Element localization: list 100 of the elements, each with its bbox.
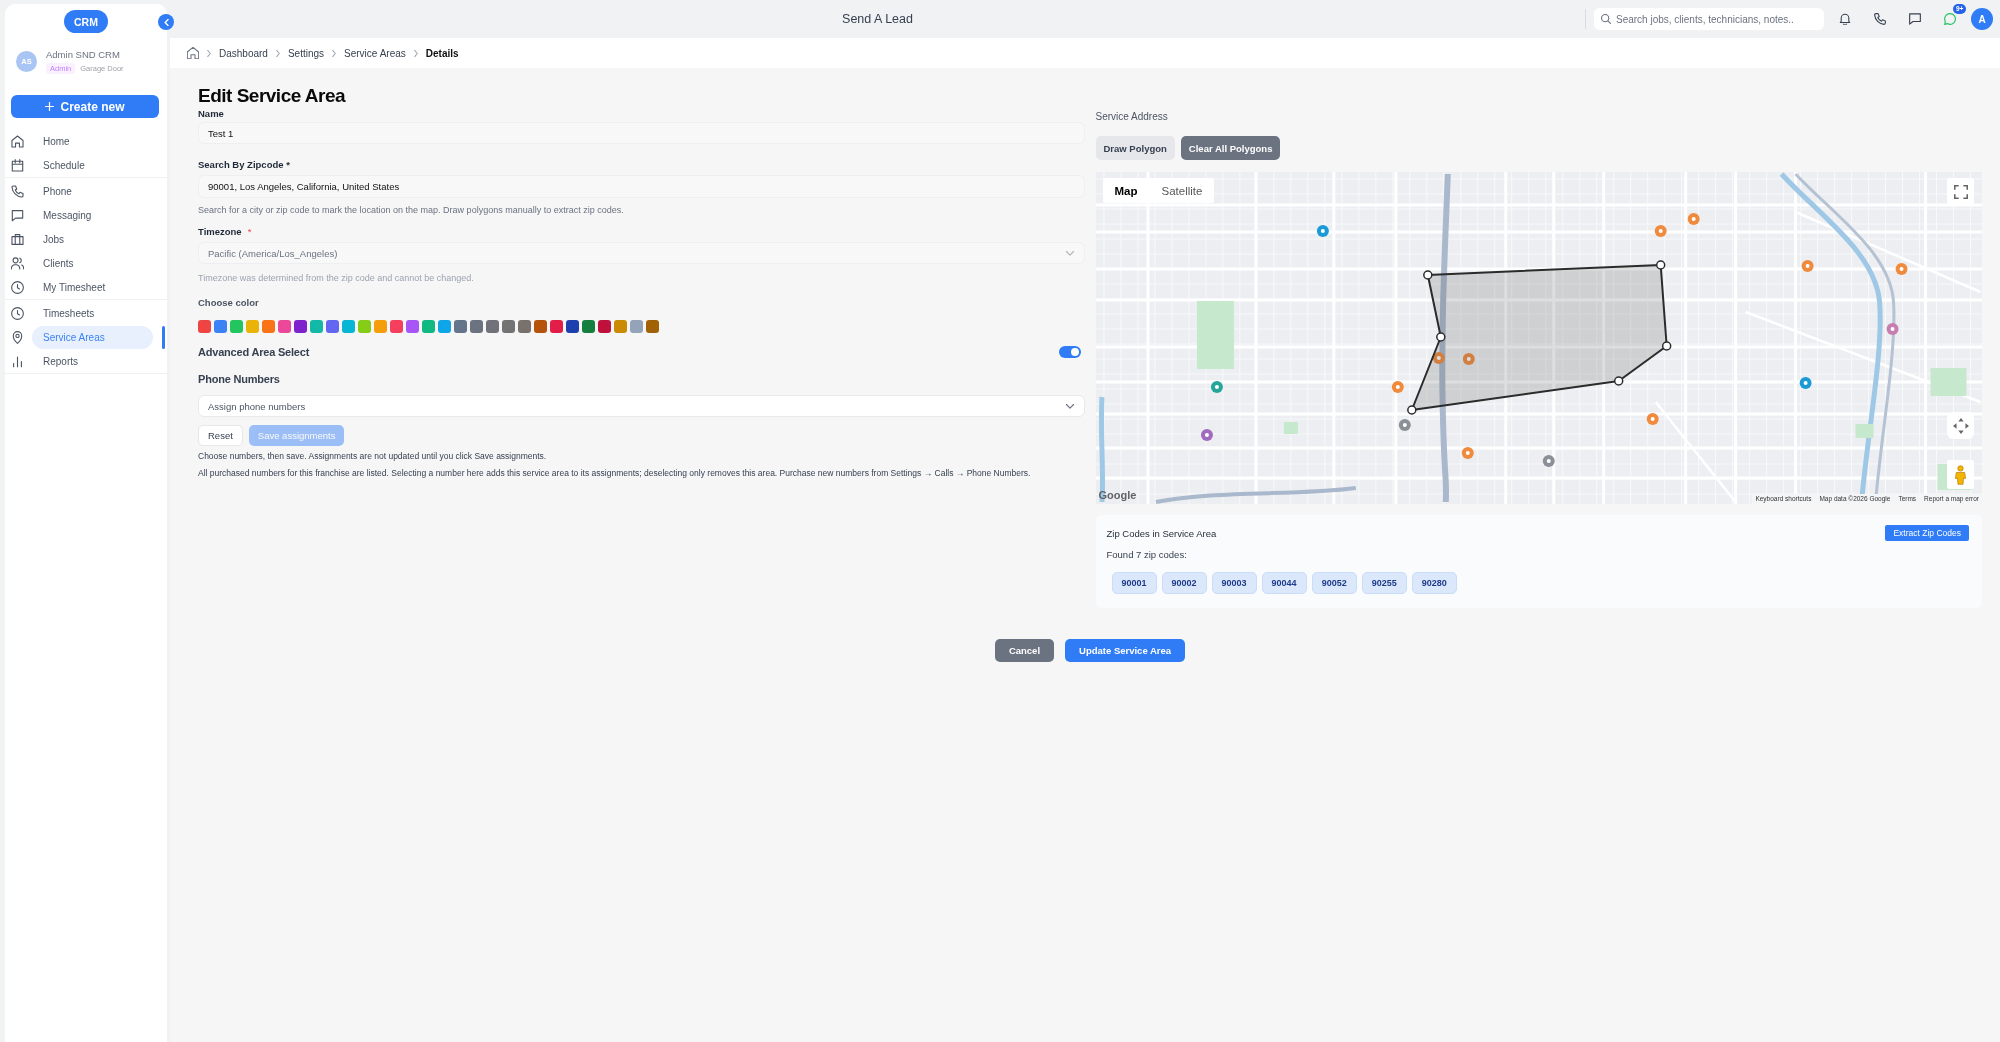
color-swatch-icon[interactable] bbox=[358, 320, 371, 333]
camera-control-button[interactable] bbox=[1947, 412, 1974, 439]
reset-button[interactable]: Reset bbox=[198, 425, 243, 446]
user-avatar[interactable]: A bbox=[1971, 8, 1993, 30]
collapse-button[interactable] bbox=[158, 14, 174, 30]
place-marker-icon[interactable] bbox=[1200, 429, 1213, 441]
street-view-button[interactable] bbox=[1947, 460, 1974, 489]
phone-icon[interactable] bbox=[1874, 13, 1886, 25]
bell-icon[interactable] bbox=[1839, 13, 1851, 25]
color-swatch-icon[interactable] bbox=[262, 320, 275, 333]
place-marker-icon[interactable] bbox=[1886, 323, 1899, 335]
breadcrumb-link[interactable]: Settings bbox=[287, 47, 325, 59]
color-swatch-icon[interactable] bbox=[646, 320, 659, 333]
bar-chart-icon[interactable] bbox=[11, 354, 24, 368]
nav-item[interactable]: Phone bbox=[32, 179, 153, 203]
color-swatch-icon[interactable] bbox=[614, 320, 627, 333]
phone-numbers-select[interactable]: Assign phone numbers bbox=[198, 395, 1085, 417]
color-swatch-icon[interactable] bbox=[294, 320, 307, 333]
clear-polygons-button[interactable]: Clear All Polygons bbox=[1180, 136, 1281, 160]
color-swatch-icon[interactable] bbox=[374, 320, 387, 333]
color-swatch-icon[interactable] bbox=[630, 320, 643, 333]
place-marker-icon[interactable] bbox=[1432, 352, 1445, 364]
service-area-polygon[interactable] bbox=[1410, 264, 1668, 411]
section-title: Phone Numbers bbox=[198, 372, 280, 386]
color-swatch-icon[interactable] bbox=[406, 320, 419, 333]
place-marker-icon[interactable] bbox=[1391, 381, 1404, 393]
color-swatch-icon[interactable] bbox=[390, 320, 403, 333]
chat-bubble-icon[interactable] bbox=[1909, 13, 1921, 25]
place-marker-icon[interactable] bbox=[1210, 381, 1223, 393]
polygon-vertex-handle[interactable] bbox=[1613, 376, 1623, 386]
place-marker-icon[interactable] bbox=[1542, 455, 1555, 467]
color-swatch-icon[interactable] bbox=[470, 320, 483, 333]
place-marker-icon[interactable] bbox=[1799, 377, 1812, 389]
color-swatch-icon[interactable] bbox=[518, 320, 531, 333]
home-icon[interactable] bbox=[11, 134, 24, 148]
nav-item[interactable]: Reports bbox=[32, 349, 153, 373]
calendar-icon[interactable] bbox=[11, 158, 24, 172]
search-field[interactable]: Search jobs, clients, technicians, notes.. bbox=[1594, 8, 1824, 30]
nav-item[interactable]: My Timesheet bbox=[32, 275, 153, 299]
color-swatch-icon[interactable] bbox=[326, 320, 339, 333]
plus-icon bbox=[45, 102, 55, 111]
breadcrumb-link[interactable]: Dashboard bbox=[219, 47, 268, 59]
place-marker-icon[interactable] bbox=[1316, 225, 1329, 237]
place-marker-icon[interactable] bbox=[1687, 213, 1700, 225]
nav-item[interactable]: Jobs bbox=[32, 227, 153, 251]
color-swatch-icon[interactable] bbox=[566, 320, 579, 333]
place-marker-icon[interactable] bbox=[1646, 413, 1659, 425]
toggle-switch[interactable] bbox=[1058, 346, 1081, 358]
color-swatch-icon[interactable] bbox=[502, 320, 515, 333]
color-swatch-icon[interactable] bbox=[278, 320, 291, 333]
color-swatch-icon[interactable] bbox=[422, 320, 435, 333]
place-marker-icon[interactable] bbox=[1461, 447, 1474, 459]
nav-item[interactable]: Messaging bbox=[32, 203, 153, 227]
color-swatch-icon[interactable] bbox=[310, 320, 323, 333]
color-swatch-icon[interactable] bbox=[246, 320, 259, 333]
nav-item[interactable]: Clients bbox=[32, 251, 153, 275]
color-swatch-icon[interactable] bbox=[198, 320, 211, 333]
zipcode-input[interactable]: 90001, Los Angeles, California, United States bbox=[198, 175, 1085, 198]
update-button[interactable]: Update Service Area bbox=[1065, 639, 1186, 662]
create-new-button[interactable]: Create new bbox=[11, 95, 159, 118]
clock-icon[interactable] bbox=[11, 306, 24, 320]
color-swatch-icon[interactable] bbox=[486, 320, 499, 333]
nav-item[interactable]: Home bbox=[32, 129, 153, 153]
place-marker-icon[interactable] bbox=[1462, 353, 1475, 365]
place-marker-icon[interactable] bbox=[1801, 260, 1814, 272]
cancel-button[interactable]: Cancel bbox=[994, 639, 1055, 662]
nav-item[interactable]: Schedule bbox=[32, 153, 153, 177]
place-marker-icon[interactable] bbox=[1895, 263, 1908, 275]
polygon-vertex-handle[interactable] bbox=[1435, 332, 1446, 342]
nav-item[interactable]: Timesheets bbox=[32, 301, 153, 325]
extract-zip-codes-button[interactable]: Extract Zip Codes bbox=[1885, 525, 1969, 541]
home-icon[interactable] bbox=[187, 47, 199, 59]
people-icon[interactable] bbox=[11, 256, 24, 270]
clock-icon[interactable] bbox=[11, 280, 24, 294]
color-swatch-icon[interactable] bbox=[582, 320, 595, 333]
place-marker-icon[interactable] bbox=[1398, 419, 1411, 431]
name-input[interactable]: Test 1 bbox=[198, 122, 1085, 144]
briefcase-icon[interactable] bbox=[11, 232, 24, 246]
fullscreen-button[interactable] bbox=[1947, 178, 1974, 205]
page-heading: Edit Service Area bbox=[198, 84, 346, 108]
color-swatch-icon[interactable] bbox=[230, 320, 243, 333]
place-marker-icon[interactable] bbox=[1654, 225, 1667, 237]
color-swatch-icon[interactable] bbox=[454, 320, 467, 333]
map-pin-icon[interactable] bbox=[11, 330, 24, 344]
polygon-vertex-handle[interactable] bbox=[1422, 270, 1433, 280]
color-swatch-icon[interactable] bbox=[534, 320, 547, 333]
polygon-vertex-handle[interactable] bbox=[1655, 260, 1665, 270]
draw-polygon-button[interactable]: Draw Polygon bbox=[1095, 136, 1175, 160]
breadcrumb-link[interactable]: Service Areas bbox=[344, 47, 406, 59]
map-type-tab[interactable]: Satellite bbox=[1149, 178, 1215, 203]
phone-icon[interactable] bbox=[11, 184, 24, 198]
map-type-tab[interactable]: Map bbox=[1102, 178, 1150, 203]
color-swatch-icon[interactable] bbox=[342, 320, 355, 333]
color-swatch-icon[interactable] bbox=[598, 320, 611, 333]
color-swatch-icon[interactable] bbox=[438, 320, 451, 333]
chat-bubble-icon[interactable] bbox=[11, 208, 24, 222]
color-swatch-icon[interactable] bbox=[550, 320, 563, 333]
polygon-vertex-handle[interactable] bbox=[1406, 405, 1417, 415]
polygon-vertex-handle[interactable] bbox=[1661, 341, 1671, 351]
color-swatch-icon[interactable] bbox=[214, 320, 227, 333]
